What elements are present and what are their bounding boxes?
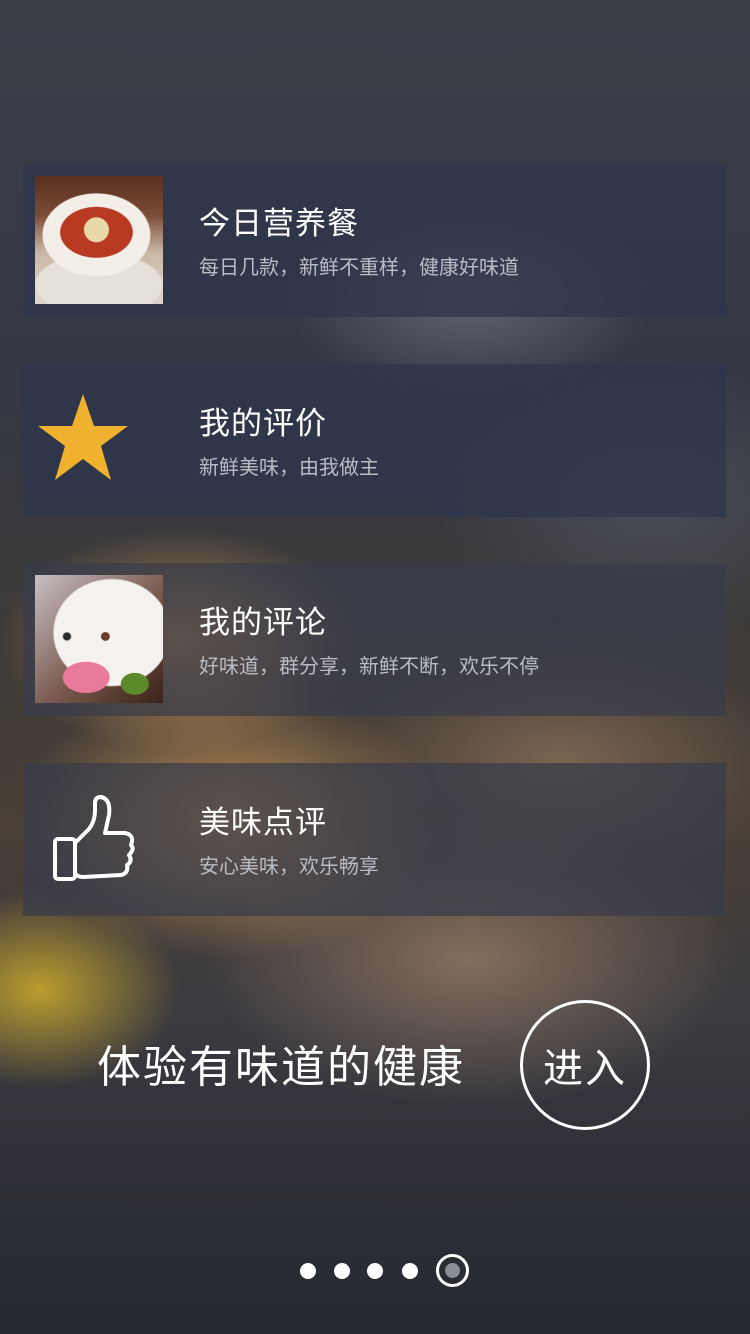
cat-thumbnail <box>35 575 163 703</box>
card-title: 我的评论 <box>199 605 327 641</box>
page-indicator <box>300 1254 470 1288</box>
page-dot[interactable] <box>367 1263 383 1279</box>
page-dot[interactable] <box>334 1263 350 1279</box>
star-icon <box>31 386 135 490</box>
menu-card-today-meal[interactable]: 今日营养餐 每日几款，新鲜不重样，健康好味道 <box>23 164 726 317</box>
card-subtitle: 安心美味，欢乐畅享 <box>199 854 379 878</box>
menu-card-my-rating[interactable]: 我的评价 新鲜美味，由我做主 <box>23 364 726 517</box>
slogan-text: 体验有味道的健康 <box>97 1042 465 1093</box>
card-title: 我的评价 <box>199 406 327 442</box>
card-title: 美味点评 <box>199 805 327 841</box>
soup-thumbnail <box>35 176 163 304</box>
page-dot[interactable] <box>300 1263 316 1279</box>
enter-button-label: 进入 <box>543 1046 627 1092</box>
menu-card-my-comments[interactable]: 我的评论 好味道，群分享，新鲜不断，欢乐不停 <box>23 563 726 716</box>
menu-card-food-review[interactable]: 美味点评 安心美味，欢乐畅享 <box>23 763 726 916</box>
card-subtitle: 新鲜美味，由我做主 <box>199 455 379 479</box>
card-title: 今日营养餐 <box>199 206 359 242</box>
page-dot-active[interactable] <box>436 1254 469 1287</box>
card-subtitle: 好味道，群分享，新鲜不断，欢乐不停 <box>199 654 539 678</box>
thumbs-up-icon <box>31 785 135 889</box>
enter-button[interactable]: 进入 <box>520 1000 650 1130</box>
page-dot[interactable] <box>402 1263 418 1279</box>
card-subtitle: 每日几款，新鲜不重样，健康好味道 <box>199 255 519 279</box>
